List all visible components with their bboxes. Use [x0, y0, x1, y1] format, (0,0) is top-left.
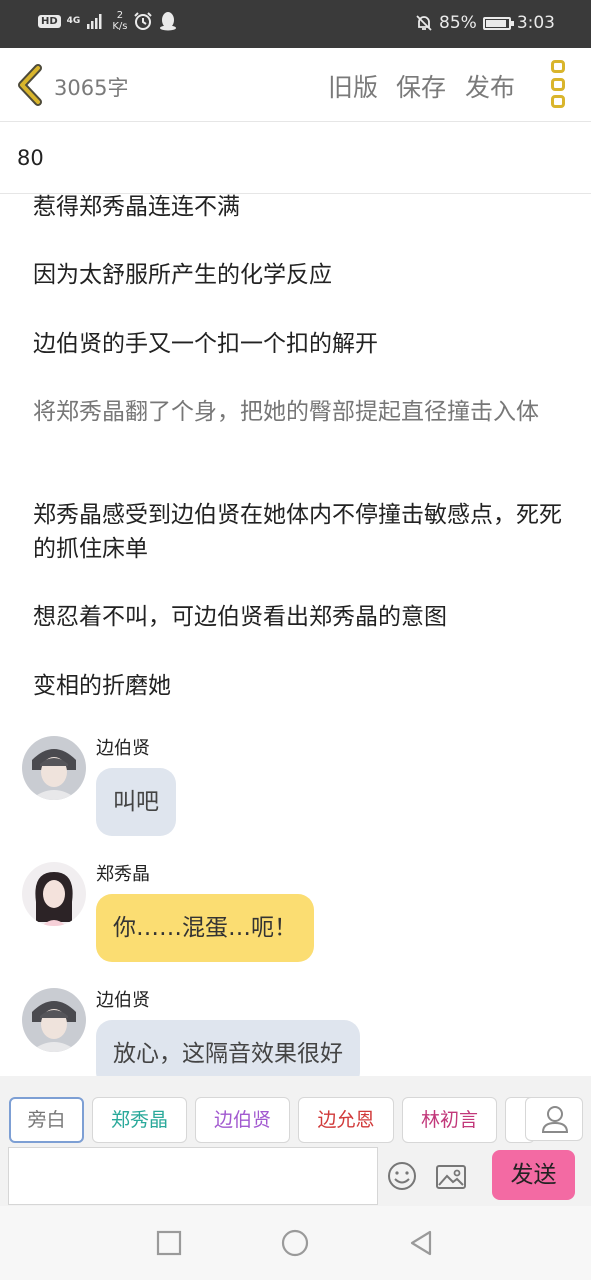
- status-right: 85% 3:03: [415, 13, 555, 33]
- paragraph: 将郑秀晶翻了个身，把她的臀部提起直径撞击入体: [33, 399, 539, 425]
- more-button[interactable]: [548, 60, 568, 108]
- qq-icon: [160, 12, 177, 31]
- triangle-back-icon: [410, 1230, 432, 1256]
- circle-icon: [281, 1229, 309, 1257]
- chat-bubble[interactable]: 放心，这隔音效果很好: [96, 1020, 360, 1076]
- chevron-left-icon: [18, 64, 42, 106]
- character-bar: 旁白 郑秀晶 边伯贤 边允恩 林初言: [0, 1076, 591, 1146]
- image-button[interactable]: [435, 1163, 467, 1191]
- status-left: HD 4G 2 K/s: [38, 10, 177, 32]
- back-button[interactable]: [14, 64, 48, 106]
- clock: 3:03: [516, 13, 555, 33]
- character-chip[interactable]: 郑秀晶: [92, 1097, 187, 1143]
- paragraph: 郑秀晶感受到边伯贤在她体内不停撞击敏感点，死死的抓住床单: [33, 502, 562, 562]
- manage-characters-button[interactable]: [525, 1097, 583, 1141]
- character-chip[interactable]: 旁白: [9, 1097, 84, 1143]
- battery-icon: [482, 16, 514, 30]
- alarm-icon: [134, 12, 153, 30]
- app-header: 3065字 旧版 保存 发布: [0, 48, 591, 122]
- avatar[interactable]: [22, 736, 86, 800]
- net-speed: 2 K/s: [112, 10, 127, 32]
- system-nav-bar: [0, 1206, 591, 1280]
- paragraph: 想忍着不叫，可边伯贤看出郑秀晶的意图: [33, 604, 447, 630]
- emoji-button[interactable]: [386, 1160, 418, 1192]
- battery-fill: [485, 19, 507, 27]
- paragraph: 因为太舒服所产生的化学反应: [33, 262, 332, 288]
- avatar-male-icon: [22, 988, 86, 1052]
- word-count: 3065字: [54, 76, 129, 100]
- speaker-name: 边伯贤: [96, 990, 150, 1011]
- character-chip[interactable]: 边允恩: [298, 1097, 394, 1143]
- smiley-icon: [388, 1162, 416, 1190]
- publish-button[interactable]: 发布: [465, 68, 515, 104]
- recent-apps-button[interactable]: [154, 1228, 184, 1258]
- character-chip[interactable]: 林初言: [402, 1097, 497, 1143]
- character-chip[interactable]: 边伯贤: [195, 1097, 290, 1143]
- story-content[interactable]: 惹得郑秀晶连连不满 因为太舒服所产生的化学反应 边伯贤的手又一个扣一个扣的解开 …: [0, 194, 591, 1076]
- network-type: 4G: [66, 15, 81, 26]
- input-bar: 发送: [0, 1146, 591, 1206]
- avatar-male-icon: [22, 736, 86, 800]
- save-button[interactable]: 保存: [396, 68, 446, 104]
- battery-percent: 85%: [439, 13, 477, 33]
- more-dot-icon: [551, 95, 565, 108]
- more-dot-icon: [551, 77, 565, 91]
- net-speed-value: 2: [116, 10, 124, 21]
- chat-bubble[interactable]: 你……混蛋…呃！: [96, 894, 314, 962]
- home-button[interactable]: [280, 1228, 310, 1258]
- hd-badge: HD: [38, 14, 61, 28]
- paragraph: 边伯贤的手又一个扣一个扣的解开: [33, 331, 378, 357]
- old-version-button[interactable]: 旧版: [328, 68, 378, 104]
- back-nav-button[interactable]: [406, 1228, 436, 1258]
- paragraph: 惹得郑秀晶连连不满: [33, 194, 240, 220]
- speaker-name: 边伯贤: [96, 738, 150, 759]
- avatar[interactable]: [22, 862, 86, 926]
- net-speed-unit: K/s: [112, 21, 128, 32]
- avatar[interactable]: [22, 988, 86, 1052]
- person-icon: [541, 1106, 569, 1133]
- square-icon: [156, 1230, 182, 1256]
- chapter-title: 80: [17, 146, 44, 170]
- mute-bell-icon: [416, 15, 432, 31]
- status-bar: HD 4G 2 K/s 85% 3:03: [0, 0, 591, 48]
- message-input[interactable]: [8, 1147, 378, 1205]
- paragraph: 变相的折磨她: [33, 673, 171, 699]
- send-button[interactable]: 发送: [492, 1150, 575, 1200]
- more-dot-icon: [551, 60, 565, 73]
- signal-icon: [87, 14, 102, 29]
- image-icon: [436, 1165, 466, 1189]
- chapter-title-row[interactable]: 80: [0, 122, 591, 194]
- speaker-name: 郑秀晶: [96, 864, 150, 885]
- avatar-female-icon: [22, 862, 86, 926]
- chat-bubble[interactable]: 叫吧: [96, 768, 176, 836]
